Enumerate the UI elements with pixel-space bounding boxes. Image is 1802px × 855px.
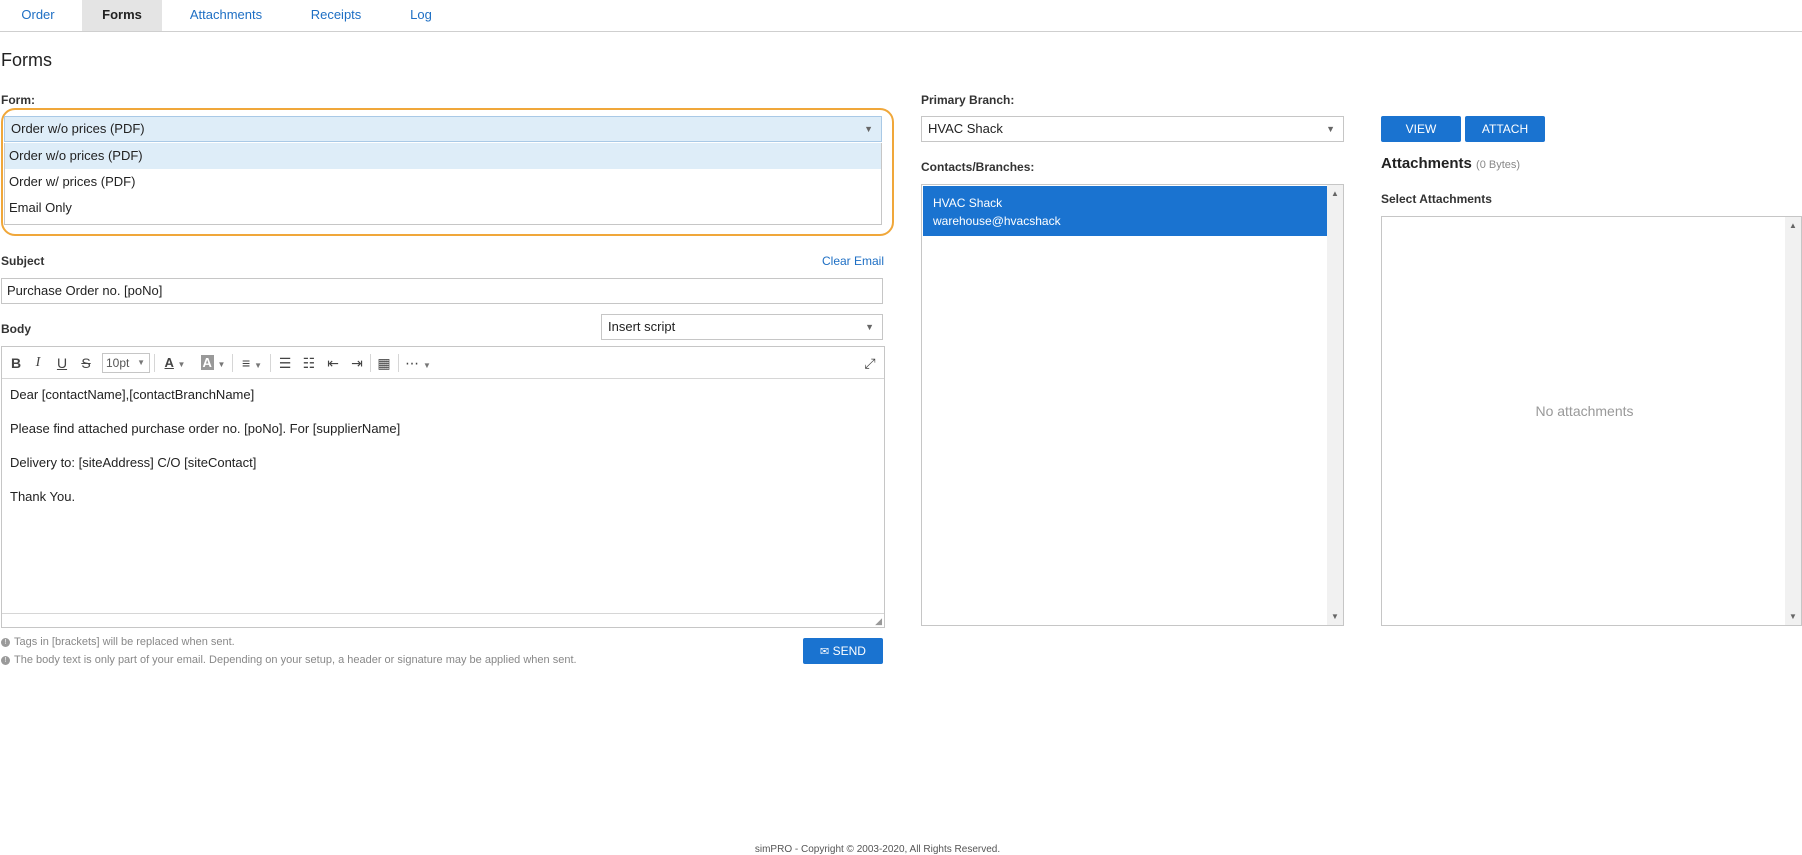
numbered-list-icon[interactable]: ☷ [300,353,318,373]
scroll-up-icon[interactable]: ▲ [1789,221,1797,230]
indent-icon[interactable]: ⇥ [348,353,366,373]
contact-item[interactable]: HVAC Shack warehouse@hvacshack [923,186,1327,236]
outdent-icon[interactable]: ⇤ [324,353,342,373]
form-label: Form: [1,93,35,107]
insert-script-select[interactable]: Insert script ▼ [601,314,883,340]
no-attachments-text: No attachments [1535,403,1634,419]
toolbar-divider [270,354,271,372]
body-line: Delivery to: [siteAddress] C/O [siteCont… [10,455,257,470]
body-note: ! The body text is only part of your emai… [1,654,577,666]
editor-statusbar: ◢ [2,613,884,627]
toolbar-divider [154,354,155,372]
fullscreen-icon[interactable]: ⤢ [860,353,880,373]
more-options-icon[interactable]: ⋯ ▼ [402,353,434,373]
form-select-value: Order w/o prices (PDF) [11,121,145,136]
tab-bar: Order Forms Attachments Receipts Log [0,0,1802,32]
underline-icon[interactable]: U [54,353,70,373]
font-size-value: 10pt [106,356,130,370]
chevron-down-icon: ▼ [137,358,145,367]
tab-receipts[interactable]: Receipts [292,0,380,31]
tab-order[interactable]: Order [0,0,76,31]
subject-label: Subject [1,254,45,268]
toolbar-divider [398,354,399,372]
resize-handle-icon[interactable]: ◢ [875,616,882,627]
send-button[interactable]: ✉ SEND [803,638,883,664]
chevron-down-icon: ▼ [864,124,873,134]
insert-script-value: Insert script [608,319,676,334]
body-line: Please find attached purchase order no. … [10,421,401,436]
tags-note-text: Tags in [brackets] will be replaced when… [14,636,235,648]
tab-forms[interactable]: Forms [82,0,162,31]
form-select[interactable]: Order w/o prices (PDF) ▼ [4,116,882,142]
scroll-down-icon[interactable]: ▼ [1789,612,1797,621]
table-icon[interactable]: ▦ [374,353,394,373]
subject-input[interactable]: Purchase Order no. [poNo] [1,278,883,304]
attachments-list[interactable]: No attachments ▲ ▼ [1381,216,1802,626]
contact-email: warehouse@hvacshack [933,214,1061,228]
text-color-icon[interactable]: A ▼ [158,353,192,373]
primary-branch-label: Primary Branch: [921,93,1015,107]
primary-branch-value: HVAC Shack [928,121,1003,136]
clear-email-link[interactable]: Clear Email [822,254,884,268]
strikethrough-icon[interactable]: S [78,353,94,373]
attachments-size: (0 Bytes) [1476,159,1521,171]
contacts-list[interactable]: HVAC Shack warehouse@hvacshack ▲ ▼ [921,184,1344,626]
page-title: Forms [1,50,52,70]
editor-toolbar: B I U S 10pt ▼ A ▼ A ▼ ≡ ▼ ☰ ☷ ⇤ ⇥ ▦ ⋯ ▼ … [2,347,884,379]
bold-icon[interactable]: B [8,353,24,373]
editor-content[interactable]: Dear [contactName],[contactBranchName] P… [10,387,400,523]
highlight-color-icon[interactable]: A ▼ [196,353,230,373]
contacts-label: Contacts/Branches: [921,160,1035,174]
attachments-heading: Attachments (0 Bytes) [1381,155,1520,172]
form-option[interactable]: Email Only [5,195,881,221]
toolbar-divider [232,354,233,372]
send-label: SEND [832,644,866,658]
form-option[interactable]: Order w/ prices (PDF) [5,169,881,195]
form-dropdown-list: Order w/o prices (PDF) Order w/ prices (… [4,143,882,225]
attachments-title: Attachments [1381,155,1472,172]
contacts-scrollbar[interactable]: ▲ ▼ [1327,185,1343,625]
form-option[interactable]: Order w/o prices (PDF) [5,143,881,169]
footer-copyright: simPRO - Copyright © 2003-2020, All Righ… [754,844,1001,855]
body-note-text: The body text is only part of your email… [14,654,577,666]
tab-log[interactable]: Log [398,0,444,31]
view-button[interactable]: VIEW [1381,116,1461,142]
mail-icon: ✉ [820,646,830,658]
align-icon[interactable]: ≡ ▼ [236,353,268,373]
contact-name: HVAC Shack [933,196,1003,210]
body-line: Thank You. [10,489,76,504]
body-label: Body [1,322,31,336]
primary-branch-select[interactable]: HVAC Shack ▼ [921,116,1344,142]
chevron-down-icon: ▼ [865,322,874,332]
attachments-scrollbar[interactable]: ▲ ▼ [1785,217,1801,625]
tags-note: ! Tags in [brackets] will be replaced whe… [1,636,235,648]
tab-attachments[interactable]: Attachments [172,0,280,31]
scroll-down-icon[interactable]: ▼ [1331,612,1339,621]
chevron-down-icon: ▼ [1326,124,1335,134]
bullet-list-icon[interactable]: ☰ [276,353,294,373]
italic-icon[interactable]: I [30,353,46,373]
body-line: Dear [contactName],[contactBranchName] [10,387,255,402]
info-icon: ! [1,656,10,665]
info-icon: ! [1,638,10,647]
select-attachments-label: Select Attachments [1381,192,1492,206]
toolbar-divider [370,354,371,372]
scroll-up-icon[interactable]: ▲ [1331,189,1339,198]
attach-button[interactable]: ATTACH [1465,116,1545,142]
body-editor: B I U S 10pt ▼ A ▼ A ▼ ≡ ▼ ☰ ☷ ⇤ ⇥ ▦ ⋯ ▼ … [1,346,885,628]
font-size-select[interactable]: 10pt ▼ [102,353,150,373]
